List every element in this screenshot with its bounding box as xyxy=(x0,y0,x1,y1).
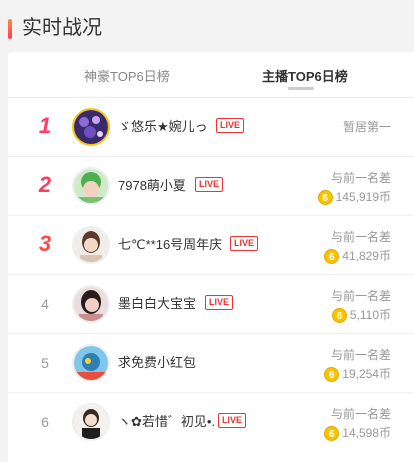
tab-bar: 神豪TOP6日榜 主播TOP6日榜 xyxy=(8,52,414,98)
live-badge: LIVE xyxy=(218,413,247,428)
diff-value: 6 5,110币 xyxy=(331,307,391,323)
ranking-panel: 神豪TOP6日榜 主播TOP6日榜 1 ゞ悠乐★婉儿っ LIVE 暂居第一 2 xyxy=(8,52,414,462)
host-name: ゞ悠乐★婉儿っ xyxy=(118,119,208,134)
avatar[interactable] xyxy=(72,403,110,441)
diff-label: 与前一名差 xyxy=(330,171,391,185)
diff-value: 6 14,598币 xyxy=(324,425,391,441)
rank-number: 1 xyxy=(38,113,52,138)
host-name: 求免费小红包 xyxy=(118,355,197,370)
avatar[interactable] xyxy=(72,108,110,146)
avatar[interactable] xyxy=(72,167,110,205)
active-tab-indicator xyxy=(288,87,314,90)
ranking-row[interactable]: 5 求免费小红包 与前一名差 6 19,254币 xyxy=(8,334,414,393)
live-badge: LIVE xyxy=(205,295,234,310)
diff-value: 6 41,829币 xyxy=(324,248,391,264)
rank-number: 6 xyxy=(41,414,49,430)
rank-number: 3 xyxy=(38,231,52,256)
ranking-row[interactable]: 3 七℃**16号周年庆 LIVE 与前一名差 6 41,829币 xyxy=(8,216,414,275)
avatar[interactable] xyxy=(72,226,110,264)
ranking-row[interactable]: 1 ゞ悠乐★婉儿っ LIVE 暂居第一 xyxy=(8,98,414,157)
ranking-row[interactable]: 6 ヽ✿若惜゛初见•. LIVE 与前一名差 6 14,598币 xyxy=(8,393,414,452)
tab-host-top6[interactable]: 主播TOP6日榜 xyxy=(262,68,348,86)
diff-amount: 41,829币 xyxy=(342,249,391,263)
diff-label: 与前一名差 xyxy=(330,407,391,421)
rank-number: 2 xyxy=(38,172,52,197)
diff-value: 6 145,919币 xyxy=(317,189,391,205)
avatar[interactable] xyxy=(72,285,110,323)
host-name: ヽ✿若惜゛初见•. xyxy=(118,414,216,429)
first-place-text: 暂居第一 xyxy=(342,120,391,134)
live-badge: LIVE xyxy=(195,177,224,192)
host-name: 7978萌小夏 xyxy=(118,178,186,193)
ranking-row[interactable]: 4 墨白白大宝宝 LIVE 与前一名差 6 5,110币 xyxy=(8,275,414,334)
coin-icon: 6 xyxy=(324,366,340,382)
diff-label: 与前一名差 xyxy=(330,348,391,362)
ranking-row[interactable]: 2 7978萌小夏 LIVE 与前一名差 6 145,919币 xyxy=(8,157,414,216)
host-name: 七℃**16号周年庆 xyxy=(118,237,223,252)
live-badge: LIVE xyxy=(230,236,259,251)
section-header: 实时战况 xyxy=(0,0,414,52)
tab-tycoon-top6[interactable]: 神豪TOP6日榜 xyxy=(84,68,170,86)
coin-icon: 6 xyxy=(324,425,340,441)
avatar[interactable] xyxy=(72,344,110,382)
rank-number: 4 xyxy=(41,296,49,312)
diff-label: 与前一名差 xyxy=(330,289,391,303)
rank-number: 5 xyxy=(41,355,49,371)
coin-icon: 6 xyxy=(324,248,340,264)
diff-value: 6 19,254币 xyxy=(324,366,391,382)
diff-amount: 19,254币 xyxy=(342,367,391,381)
diff-amount: 145,919币 xyxy=(335,190,391,204)
live-badge: LIVE xyxy=(216,118,245,133)
coin-icon: 6 xyxy=(317,189,333,205)
diff-amount: 5,110币 xyxy=(349,308,391,322)
accent-bar xyxy=(8,19,12,39)
diff-amount: 14,598币 xyxy=(342,426,391,440)
diff-label: 与前一名差 xyxy=(330,230,391,244)
host-name: 墨白白大宝宝 xyxy=(118,296,197,311)
coin-icon: 6 xyxy=(331,307,347,323)
section-title: 实时战况 xyxy=(22,17,102,39)
